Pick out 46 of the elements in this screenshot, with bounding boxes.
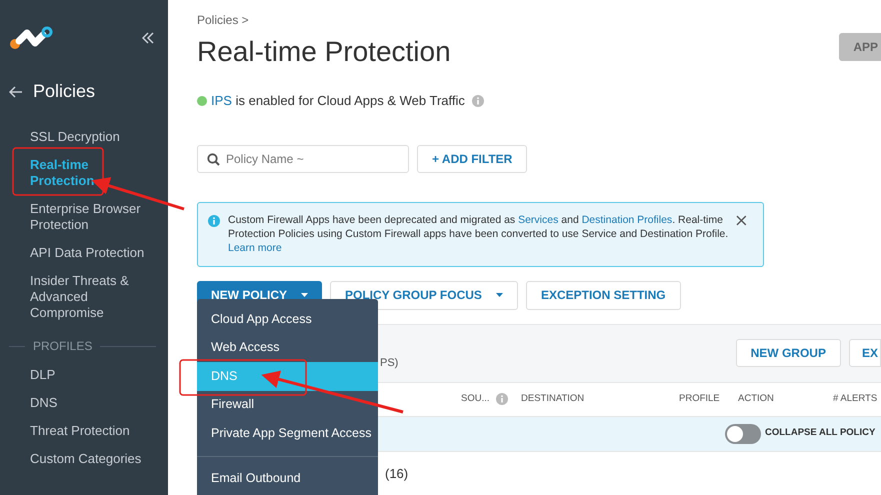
caret-icon: [301, 293, 308, 297]
add-filter-button[interactable]: + ADD FILTER: [417, 144, 528, 172]
ips-link[interactable]: IPS: [211, 93, 232, 108]
section-heading: PROFILES: [33, 338, 92, 355]
caret-icon: [496, 293, 503, 297]
column-header: # ALERTS: [833, 392, 878, 406]
search-icon: [207, 152, 220, 166]
info-icon: [208, 214, 220, 226]
sidebar-item[interactable]: DNS: [30, 389, 152, 417]
column-header: PROFILE: [679, 392, 720, 406]
page-title: Real-time Protection: [197, 35, 451, 69]
apply-button[interactable]: APP: [839, 33, 881, 61]
collapse-icon[interactable]: [142, 32, 154, 44]
column-header: ACTION: [738, 392, 774, 406]
table-button[interactable]: NEW GROUP: [736, 339, 841, 367]
breadcrumb[interactable]: Policies >: [197, 11, 881, 29]
toggle-switch[interactable]: [725, 424, 761, 444]
notice-link[interactable]: Destination Profiles: [582, 214, 672, 226]
menu-item[interactable]: Email Outbound: [197, 464, 378, 493]
menu-item[interactable]: Web Access: [197, 334, 378, 362]
sidebar-item[interactable]: SSL Decryption: [30, 123, 152, 151]
menu-item[interactable]: Firewall: [197, 390, 378, 419]
column-header: SOU...: [461, 392, 490, 406]
sidebar-item[interactable]: Custom Categories: [30, 445, 152, 473]
close-icon[interactable]: [736, 214, 747, 226]
sidebar-item[interactable]: Real-time Protection: [30, 151, 152, 195]
column-header: DESTINATION: [521, 392, 584, 406]
group-count-text: PS): [380, 356, 398, 371]
status-text: IPS is enabled for Cloud Apps & Web Traffic: [211, 92, 465, 110]
sidebar-item[interactable]: API Data Protection: [30, 239, 152, 267]
back-arrow-icon[interactable]: [9, 86, 23, 98]
search-field[interactable]: Policy Name ~: [197, 144, 409, 172]
sidebar-item[interactable]: Insider Threats & Advanced Compromise: [30, 267, 152, 327]
group-row-count: (16): [385, 465, 408, 484]
section-title: Policies: [33, 80, 96, 103]
notice-text: Custom Firewall Apps have been deprecated and migrated as Services and Destination Profiles. Real-time Protection Policies using Custom Firewall apps have been converted to use Service and Destination Profile. Learn more: [228, 212, 728, 254]
sidebar-item[interactable]: Enterprise Browser Protection: [30, 195, 152, 239]
notice-link[interactable]: Learn more: [228, 242, 282, 254]
table-button[interactable]: EX: [848, 339, 881, 367]
logo-icon: [9, 25, 53, 51]
sidebar-item[interactable]: DLP: [30, 361, 152, 389]
toggle-label: COLLAPSE ALL POLICY: [765, 426, 876, 440]
menu-item[interactable]: Private App Segment Access: [197, 419, 378, 448]
sidebar-item[interactable]: Threat Protection: [30, 417, 152, 445]
notice-link[interactable]: Services: [518, 214, 558, 226]
action-button[interactable]: EXCEPTION SETTING: [526, 280, 681, 310]
